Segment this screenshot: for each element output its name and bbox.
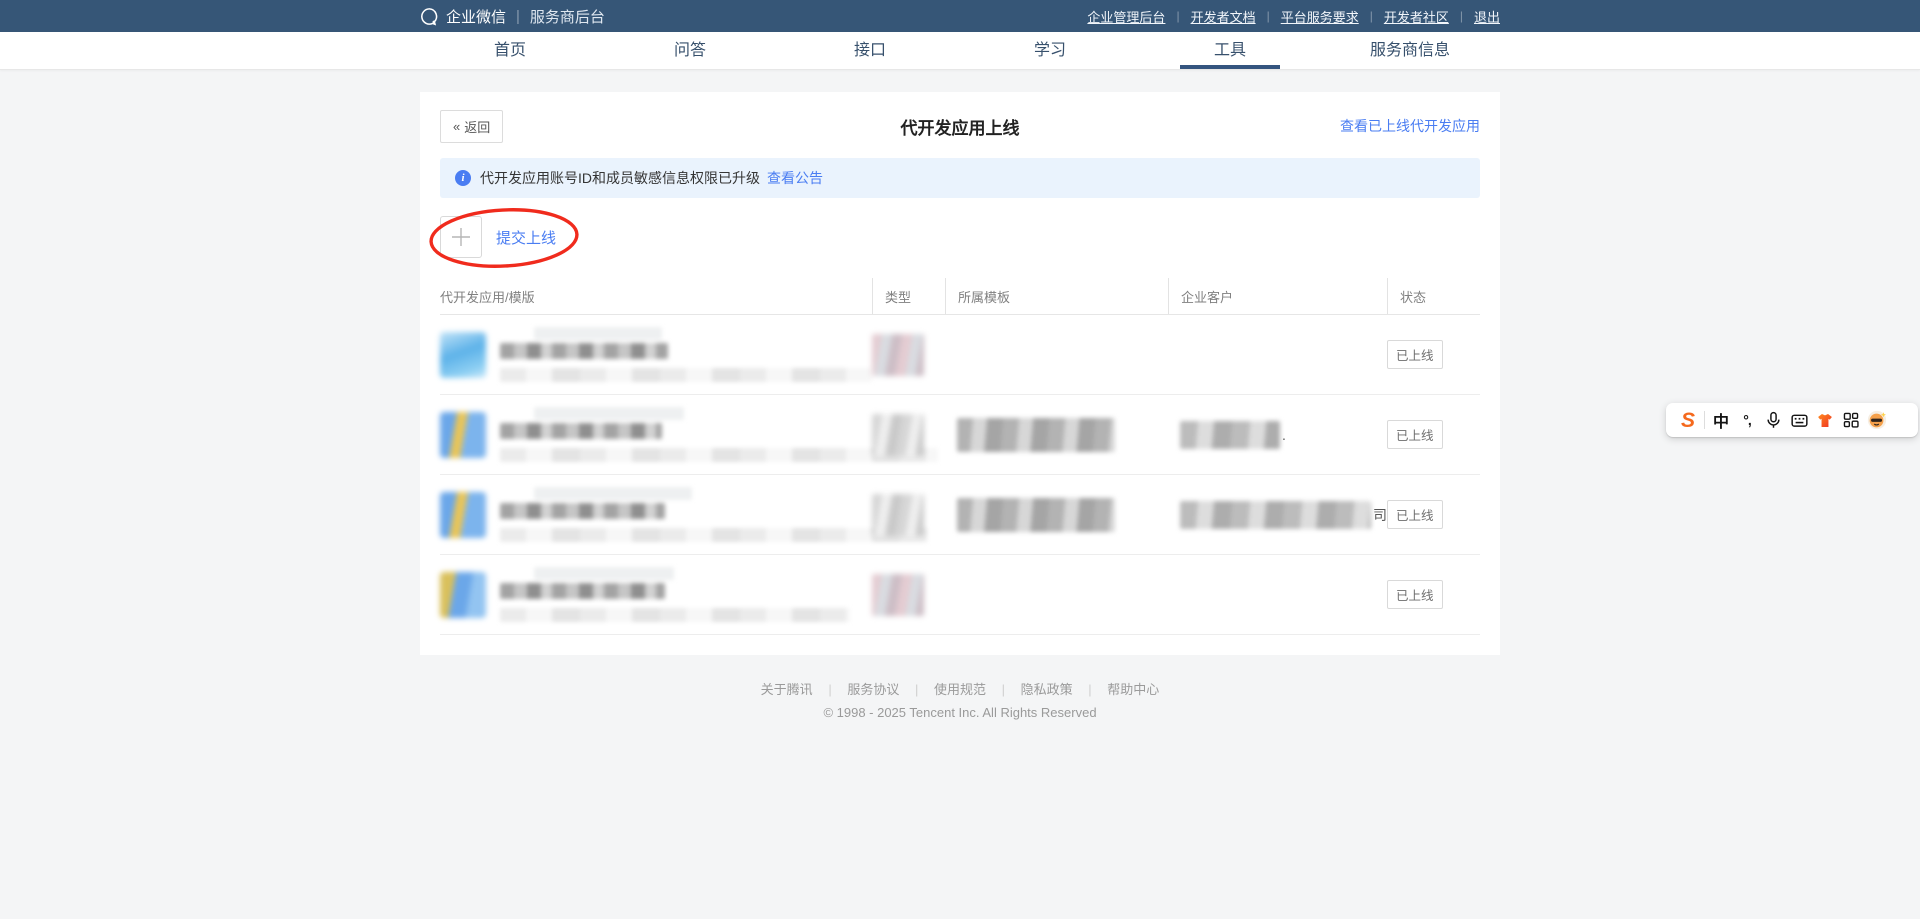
app-logo-redacted	[440, 492, 486, 538]
link-logout[interactable]: 退出	[1474, 7, 1500, 26]
link-developer-community[interactable]: 开发者社区	[1384, 7, 1449, 26]
toolbox-grid-icon[interactable]	[1838, 407, 1864, 433]
tab-home[interactable]: 首页	[420, 32, 600, 69]
footer-separator: |	[915, 682, 918, 697]
tab-provider-info[interactable]: 服务商信息	[1320, 32, 1500, 69]
redacted-text	[534, 327, 662, 340]
col-status: 状态	[1387, 278, 1480, 314]
link-platform-requirements[interactable]: 平台服务要求	[1281, 7, 1359, 26]
redacted-type	[872, 414, 924, 456]
tab-qa[interactable]: 问答	[600, 32, 780, 69]
footer-separator: |	[1002, 682, 1005, 697]
sogou-logo-icon[interactable]: S	[1675, 407, 1701, 433]
redacted-text	[534, 487, 692, 500]
link-separator: |	[1176, 9, 1179, 23]
redacted-type	[872, 494, 924, 536]
page-title: 代开发应用上线	[440, 114, 1480, 139]
redacted-app-name	[500, 423, 662, 439]
brand-divider: |	[516, 8, 520, 25]
table-row[interactable]: 司 已上线	[440, 475, 1480, 555]
link-separator: |	[1267, 9, 1270, 23]
redacted-template	[957, 418, 1115, 452]
redacted-customer	[1180, 501, 1371, 529]
brand-name: 企业微信	[446, 6, 506, 27]
virtual-keyboard-icon[interactable]	[1786, 407, 1812, 433]
redacted-type	[872, 334, 924, 376]
punctuation-mode-icon[interactable]: °,	[1734, 407, 1760, 433]
link-enterprise-admin[interactable]: 企业管理后台	[1087, 7, 1165, 26]
notice-banner: i 代开发应用账号ID和成员敏感信息权限已升级 查看公告	[440, 158, 1480, 198]
col-enterprise-customer: 企业客户	[1168, 278, 1387, 314]
view-online-apps-link[interactable]: 查看已上线代开发应用	[1340, 116, 1480, 136]
status-badge: 已上线	[1387, 340, 1443, 369]
tab-tools[interactable]: 工具	[1140, 32, 1320, 69]
customer-suffix: 司	[1373, 505, 1387, 525]
redacted-app-name	[500, 343, 668, 359]
link-separator: |	[1460, 9, 1463, 23]
apps-table: 代开发应用/模版 类型 所属模板 企业客户 状态 已上线	[440, 278, 1480, 635]
redacted-app-name	[500, 583, 665, 599]
notice-text: 代开发应用账号ID和成员敏感信息权限已升级	[480, 168, 760, 188]
table-row[interactable]: 已上线	[440, 555, 1480, 635]
back-arrow-icon: «	[453, 119, 460, 134]
submit-online-label: 提交上线	[496, 227, 556, 248]
tab-learn[interactable]: 学习	[960, 32, 1140, 69]
footer-separator: |	[828, 682, 831, 697]
back-button[interactable]: « 返回	[440, 110, 503, 143]
ai-assistant-icon[interactable]	[1864, 407, 1890, 433]
main-card: « 返回 代开发应用上线 查看已上线代开发应用 i 代开发应用账号ID和成员敏感…	[420, 92, 1500, 655]
tab-api[interactable]: 接口	[780, 32, 960, 69]
app-logo-redacted	[440, 572, 486, 618]
footer-link-service-agreement[interactable]: 服务协议	[847, 682, 899, 697]
wechat-work-logo-icon	[420, 7, 439, 26]
status-badge: 已上线	[1387, 580, 1443, 609]
footer-separator: |	[1088, 682, 1091, 697]
chinese-mode-icon[interactable]: 中	[1708, 407, 1734, 433]
product-name: 服务商后台	[530, 6, 605, 27]
nav-tabs-bar: 首页 问答 接口 学习 工具 服务商信息	[0, 32, 1920, 70]
info-icon: i	[455, 170, 471, 186]
footer-link-usage-rules[interactable]: 使用规范	[934, 682, 986, 697]
redacted-app-detail	[500, 608, 850, 622]
plus-icon	[450, 226, 472, 248]
footer: 关于腾讯 | 服务协议 | 使用规范 | 隐私政策 | 帮助中心 © 1998 …	[0, 679, 1920, 720]
col-owning-template: 所属模板	[945, 278, 1168, 314]
footer-link-privacy-policy[interactable]: 隐私政策	[1021, 682, 1073, 697]
skin-center-icon[interactable]	[1812, 407, 1838, 433]
redacted-type	[872, 574, 924, 616]
link-developer-docs[interactable]: 开发者文档	[1191, 7, 1256, 26]
view-announcement-link[interactable]: 查看公告	[767, 168, 823, 188]
topbar-links: 企业管理后台 | 开发者文档 | 平台服务要求 | 开发者社区 | 退出	[1087, 7, 1500, 26]
redacted-app-name	[500, 503, 665, 519]
copyright: © 1998 - 2025 Tencent Inc. All Rights Re…	[0, 705, 1920, 720]
ime-toolbar: S 中 °,	[1666, 403, 1918, 437]
submit-online-button[interactable]: 提交上线	[440, 216, 556, 258]
customer-suffix: .	[1282, 427, 1286, 443]
table-row[interactable]: 已上线	[440, 315, 1480, 395]
redacted-text	[534, 567, 674, 580]
voice-input-icon[interactable]	[1760, 407, 1786, 433]
back-label: 返回	[464, 117, 490, 136]
link-separator: |	[1370, 9, 1373, 23]
redacted-template	[957, 498, 1115, 532]
table-header-row: 代开发应用/模版 类型 所属模板 企业客户 状态	[440, 278, 1480, 315]
col-type: 类型	[872, 278, 945, 314]
brand[interactable]: 企业微信 | 服务商后台	[420, 6, 605, 27]
plus-box	[440, 216, 482, 258]
footer-link-help-center[interactable]: 帮助中心	[1107, 682, 1159, 697]
app-logo-redacted	[440, 412, 486, 458]
status-badge: 已上线	[1387, 500, 1443, 529]
redacted-customer	[1180, 421, 1280, 449]
footer-link-about[interactable]: 关于腾讯	[761, 682, 813, 697]
app-logo-redacted	[440, 332, 486, 378]
redacted-text	[534, 407, 684, 420]
table-row[interactable]: . 已上线	[440, 395, 1480, 475]
toolbar-divider	[1704, 411, 1705, 429]
card-header: « 返回 代开发应用上线 查看已上线代开发应用	[440, 106, 1480, 146]
redacted-app-detail	[500, 528, 928, 542]
status-badge: 已上线	[1387, 420, 1443, 449]
topbar: 企业微信 | 服务商后台 企业管理后台 | 开发者文档 | 平台服务要求 | 开…	[0, 0, 1920, 32]
redacted-app-detail	[500, 368, 872, 382]
col-app-template: 代开发应用/模版	[440, 278, 872, 314]
